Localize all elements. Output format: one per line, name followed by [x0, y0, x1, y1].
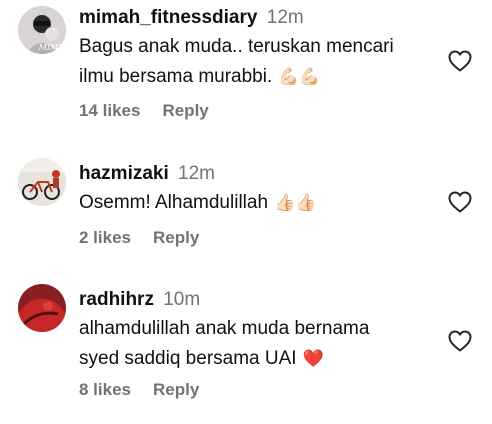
comment-actions: 14 likes Reply: [79, 101, 209, 121]
comment-text-segment: Osemm! Alhamdulillah: [79, 192, 269, 214]
comment-text-line: alhamdulillah anak muda bernama: [79, 318, 370, 339]
comment-text-segment: ilmu bersama murabbi.: [79, 66, 273, 88]
avatar[interactable]: [18, 158, 66, 206]
comment-header: hazmizaki 12m: [79, 162, 442, 186]
comment-body: mimah_fitnessdiary 12m Bagus anak muda..…: [79, 6, 442, 92]
like-button[interactable]: [448, 50, 472, 72]
timestamp: 10m: [163, 289, 201, 310]
like-button[interactable]: [448, 330, 472, 352]
likes-count[interactable]: 14 likes: [79, 101, 140, 120]
comment-body: radhihrz 10m alhamdulillah anak muda ber…: [79, 288, 442, 374]
likes-count[interactable]: 2 likes: [79, 228, 131, 247]
comment-text-line: Osemm! Alhamdulillah 👍🏻👍🏻: [79, 188, 442, 218]
comment-text-line: ilmu bersama murabbi. 💪🏻💪🏻: [79, 62, 442, 92]
comment-text-line: Bagus anak muda.. teruskan mencari: [79, 36, 394, 57]
comment-body: hazmizaki 12m Osemm! Alhamdulillah 👍🏻👍🏻: [79, 162, 442, 218]
red-heart-emoji: ❤️: [302, 349, 324, 368]
heart-outline-icon: [448, 330, 472, 352]
comment-text: Bagus anak muda.. teruskan mencari ilmu …: [79, 32, 442, 92]
avatar-logo-text: MIMI: [38, 43, 63, 52]
username[interactable]: hazmizaki: [79, 163, 169, 184]
likes-count[interactable]: 8 likes: [79, 380, 131, 399]
reply-button[interactable]: Reply: [153, 380, 199, 399]
timestamp: 12m: [266, 7, 304, 28]
comment-item: radhihrz 10m alhamdulillah anak muda ber…: [0, 280, 492, 420]
username[interactable]: radhihrz: [79, 289, 154, 310]
avatar-image: [18, 284, 66, 332]
avatar[interactable]: MIMI: [18, 6, 66, 54]
comment-text-line: syed saddiq bersama UAI ❤️: [79, 344, 442, 374]
comment-item: MIMI mimah_fitnessdiary 12m Bagus anak m…: [0, 0, 492, 140]
reply-button[interactable]: Reply: [153, 228, 199, 247]
avatar-image: [18, 158, 66, 206]
comment-header: radhihrz 10m: [79, 288, 442, 312]
heart-outline-icon: [448, 191, 472, 213]
comment-actions: 2 likes Reply: [79, 228, 199, 248]
comment-actions: 8 likes Reply: [79, 380, 199, 400]
avatar-image: MIMI: [18, 6, 66, 54]
username[interactable]: mimah_fitnessdiary: [79, 7, 257, 28]
avatar[interactable]: [18, 284, 66, 332]
reply-button[interactable]: Reply: [162, 101, 208, 120]
comment-item: hazmizaki 12m Osemm! Alhamdulillah 👍🏻👍🏻 2…: [0, 150, 492, 270]
thumbs-up-emoji: 👍🏻👍🏻: [274, 193, 317, 212]
comment-text-segment: syed saddiq bersama UAI: [79, 348, 297, 370]
heart-outline-icon: [448, 50, 472, 72]
comment-header: mimah_fitnessdiary 12m: [79, 6, 442, 30]
like-button[interactable]: [448, 191, 472, 213]
flexed-biceps-emoji: 💪🏻💪🏻: [278, 67, 321, 86]
comment-text: alhamdulillah anak muda bernama syed sad…: [79, 314, 442, 374]
timestamp: 12m: [178, 163, 216, 184]
comment-text: Osemm! Alhamdulillah 👍🏻👍🏻: [79, 188, 442, 218]
